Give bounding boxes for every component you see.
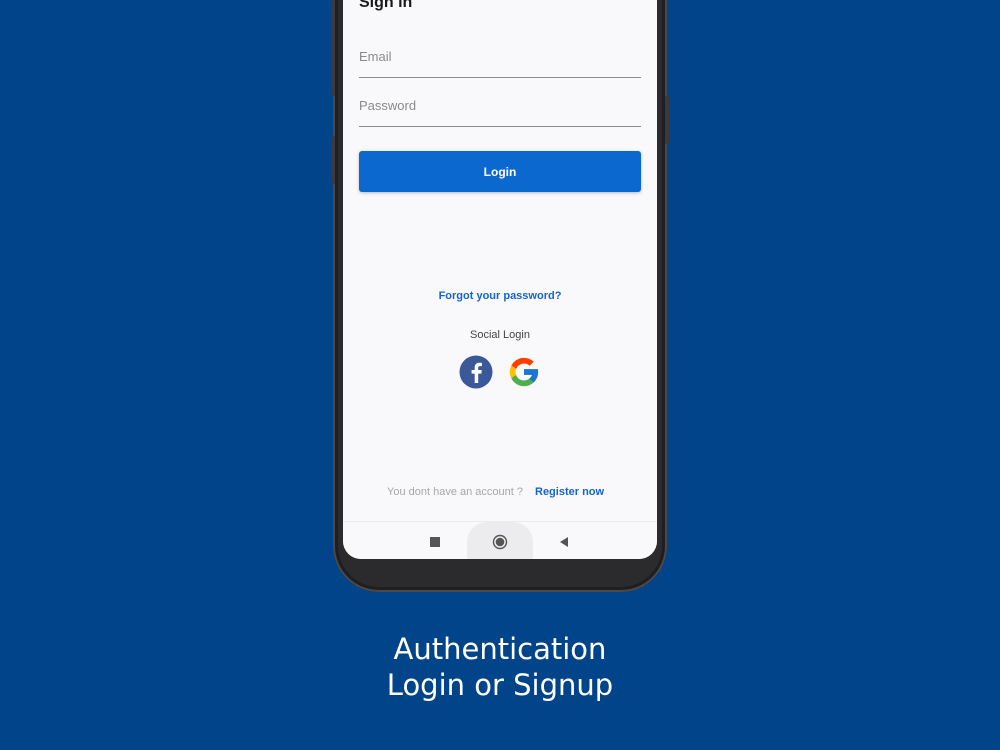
phone-side-button bbox=[331, 0, 335, 96]
caption-subtitle: Login or Signup bbox=[386, 668, 614, 702]
forgot-password-link[interactable]: Forgot your password? bbox=[343, 290, 657, 302]
phone-screen: Sign in Login Forgot your password? Soci… bbox=[343, 0, 657, 559]
no-account-text: You dont have an account ? bbox=[387, 486, 523, 498]
back-icon[interactable] bbox=[553, 531, 575, 553]
facebook-icon[interactable] bbox=[459, 355, 493, 389]
email-field[interactable] bbox=[359, 35, 641, 78]
home-icon[interactable] bbox=[489, 531, 511, 553]
page-title: Sign in bbox=[359, 0, 413, 11]
phone-power-button bbox=[665, 96, 669, 144]
social-login-label: Social Login bbox=[470, 329, 530, 341]
recent-apps-icon[interactable] bbox=[424, 531, 446, 553]
caption-title: Authentication bbox=[393, 632, 607, 666]
google-icon[interactable] bbox=[507, 355, 541, 389]
password-field[interactable] bbox=[359, 84, 641, 127]
android-navigation-bar bbox=[343, 521, 657, 559]
login-button[interactable]: Login bbox=[359, 151, 641, 192]
register-link[interactable]: Register now bbox=[535, 486, 604, 498]
phone-device: Sign in Login Forgot your password? Soci… bbox=[331, 0, 669, 592]
phone-side-button bbox=[331, 136, 335, 184]
